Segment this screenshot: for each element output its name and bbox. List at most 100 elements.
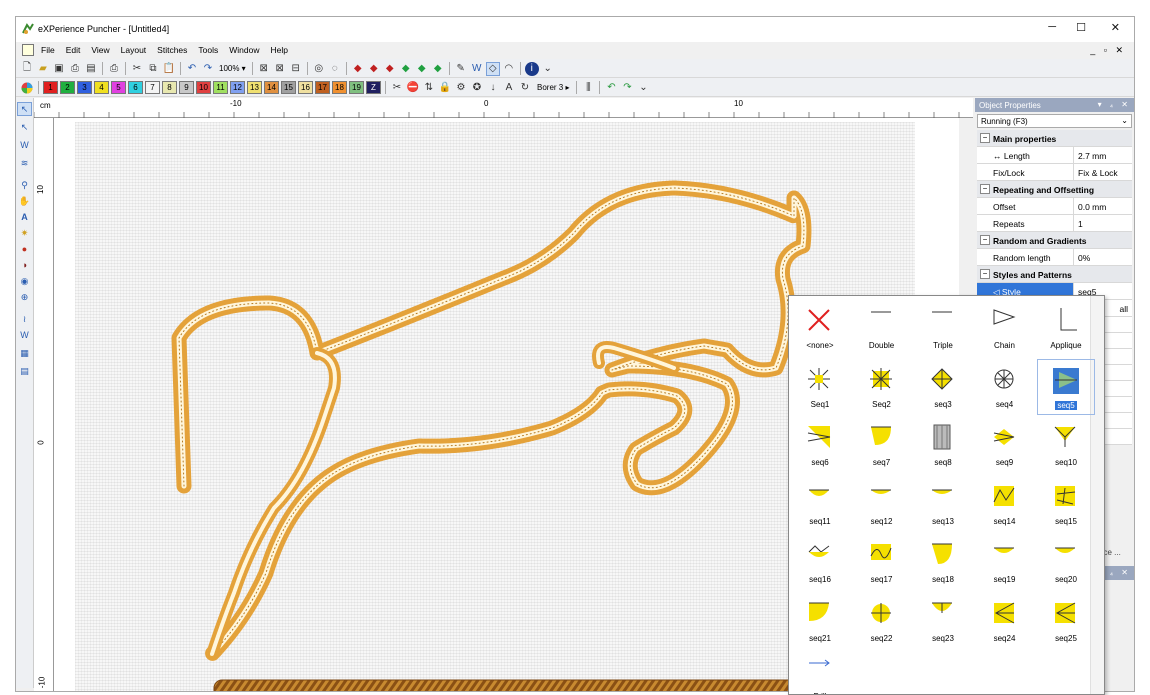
import-icon[interactable]: ⎙: [68, 62, 82, 76]
needle-icon[interactable]: ↓: [486, 81, 500, 95]
property-value[interactable]: 2.7 mm: [1074, 147, 1132, 163]
style-option-seq25[interactable]: seq25: [1037, 593, 1095, 649]
panel-controls[interactable]: ▾ ₄ ✕: [1098, 100, 1131, 109]
new-file-icon[interactable]: 🗋: [20, 62, 34, 76]
style-option-seq15[interactable]: seq15: [1037, 476, 1095, 532]
property-value[interactable]: Fix & Lock: [1074, 164, 1132, 180]
style-option-seq4[interactable]: seq4: [976, 359, 1034, 415]
color-button[interactable]: 19: [349, 81, 364, 94]
style-option-seq20[interactable]: seq20: [1037, 534, 1095, 590]
text-a-icon[interactable]: A: [502, 81, 516, 95]
stamp-icon[interactable]: ✪: [470, 81, 484, 95]
color-button[interactable]: 18: [332, 81, 347, 94]
run-tool-icon[interactable]: W: [17, 328, 32, 342]
style-option-seq1[interactable]: Seq1: [791, 359, 849, 415]
paste-icon[interactable]: 📋: [162, 62, 176, 76]
trim-icon[interactable]: ⇅: [422, 81, 436, 95]
style-option-seq2[interactable]: Seq2: [853, 359, 911, 415]
export-icon[interactable]: ▤: [84, 62, 98, 76]
fill-tool-icon[interactable]: ●: [17, 242, 32, 256]
style-option-seq13[interactable]: seq13: [914, 476, 972, 532]
stop-icon[interactable]: ⛔: [406, 81, 420, 95]
text-tool-icon[interactable]: A: [17, 210, 32, 224]
last-stitch-icon[interactable]: ◆: [431, 62, 445, 76]
close-button[interactable]: ✕: [1111, 21, 1120, 34]
color-button[interactable]: 14: [264, 81, 279, 94]
node-tool-icon[interactable]: ◠: [502, 62, 516, 76]
collapse-icon[interactable]: −: [980, 269, 990, 279]
style-option-seq18[interactable]: seq18: [914, 534, 972, 590]
collapse-icon[interactable]: −: [980, 235, 990, 245]
print-icon[interactable]: ⎙: [107, 62, 121, 76]
property-row[interactable]: Random length 0%: [977, 249, 1132, 266]
style-option-seq6[interactable]: seq6: [791, 417, 849, 473]
sequence-tool-icon[interactable]: ▤: [17, 364, 32, 378]
color-button[interactable]: 12: [230, 81, 245, 94]
scissors-icon[interactable]: ✂: [390, 81, 404, 95]
cut-icon[interactable]: ✂: [130, 62, 144, 76]
minimize-button[interactable]: ─: [1048, 21, 1056, 33]
next-color-icon[interactable]: ◆: [415, 62, 429, 76]
zoom-width-icon[interactable]: ⊟: [289, 62, 303, 76]
property-value[interactable]: 0.0 mm: [1074, 198, 1132, 214]
style-option-chain[interactable]: Chain: [976, 300, 1034, 356]
eye-tool-icon[interactable]: ◉: [17, 274, 32, 288]
style-option-seq14[interactable]: seq14: [976, 476, 1034, 532]
style-option-seq22[interactable]: seq22: [853, 593, 911, 649]
open-folder-icon[interactable]: ▰: [36, 62, 50, 76]
pen-tool-icon[interactable]: ✎: [454, 62, 468, 76]
section-header[interactable]: − Random and Gradients: [977, 232, 1132, 249]
style-option-applique[interactable]: Applique: [1037, 300, 1095, 356]
menu-layout[interactable]: Layout: [121, 45, 147, 55]
menu-help[interactable]: Help: [271, 45, 288, 55]
toolbar-overflow-icon[interactable]: ⌄: [636, 81, 650, 95]
zoom-select[interactable]: 100% ▾: [217, 64, 248, 73]
style-option-seq10[interactable]: seq10: [1037, 417, 1095, 473]
view-stitches-icon[interactable]: ◎: [312, 62, 326, 76]
color-button[interactable]: 11: [213, 81, 228, 94]
style-option-seq5[interactable]: seq5: [1037, 358, 1095, 415]
rotate-icon[interactable]: ↻: [518, 81, 532, 95]
color-button[interactable]: 10: [196, 81, 211, 94]
color-button[interactable]: 8: [162, 81, 177, 94]
property-value[interactable]: 0%: [1074, 249, 1132, 265]
style-option-seq17[interactable]: seq17: [853, 534, 911, 590]
prev-color-icon[interactable]: ◆: [367, 62, 381, 76]
collapse-icon[interactable]: −: [980, 184, 990, 194]
sparkle-tool-icon[interactable]: ✷: [17, 226, 32, 240]
stitch-select-icon[interactable]: W: [17, 138, 32, 152]
mdi-controls[interactable]: _ ▫ ✕: [1090, 45, 1126, 56]
document-icon[interactable]: [22, 44, 34, 56]
style-option-seq3[interactable]: seq3: [914, 359, 972, 415]
stitch-type-dropdown[interactable]: Running (F3) ⌄: [977, 114, 1132, 128]
style-option-seq7[interactable]: seq7: [853, 417, 911, 473]
shape-tool-icon[interactable]: ◇: [485, 61, 500, 76]
zoom-tool-icon[interactable]: ⚲: [17, 178, 32, 192]
color-button[interactable]: 13: [247, 81, 262, 94]
menu-view[interactable]: View: [91, 45, 109, 55]
hide-stitches-icon[interactable]: ◌: [328, 62, 342, 76]
complex-fill-icon[interactable]: ▦: [17, 346, 32, 360]
style-option-seq11[interactable]: seq11: [791, 476, 849, 532]
menu-edit[interactable]: Edit: [66, 45, 81, 55]
property-row[interactable]: Offset 0.0 mm: [977, 198, 1132, 215]
section-header[interactable]: − Main properties: [977, 130, 1132, 147]
color-button[interactable]: 1: [43, 81, 58, 94]
copy-icon[interactable]: ⧉: [146, 62, 160, 76]
redo-green-icon[interactable]: ↷: [620, 81, 634, 95]
zoom-fit-icon[interactable]: ⊠: [257, 62, 271, 76]
color-button[interactable]: Z: [366, 81, 381, 94]
lock-icon[interactable]: 🔒: [438, 81, 452, 95]
flex-tool-icon[interactable]: ≋: [17, 156, 32, 170]
style-option-seq23[interactable]: seq23: [914, 593, 972, 649]
style-option-seq16[interactable]: seq16: [791, 534, 849, 590]
color-button[interactable]: 9: [179, 81, 194, 94]
select-arrow-icon[interactable]: ↖: [17, 102, 32, 116]
property-row[interactable]: ↔ Length 2.7 mm: [977, 147, 1132, 164]
collapse-icon[interactable]: −: [980, 133, 990, 143]
pan-tool-icon[interactable]: ✋: [17, 194, 32, 208]
color-button[interactable]: 15: [281, 81, 296, 94]
property-value[interactable]: 1: [1074, 215, 1132, 231]
style-option-none[interactable]: <none>: [791, 300, 849, 356]
undo-green-icon[interactable]: ↶: [604, 81, 618, 95]
